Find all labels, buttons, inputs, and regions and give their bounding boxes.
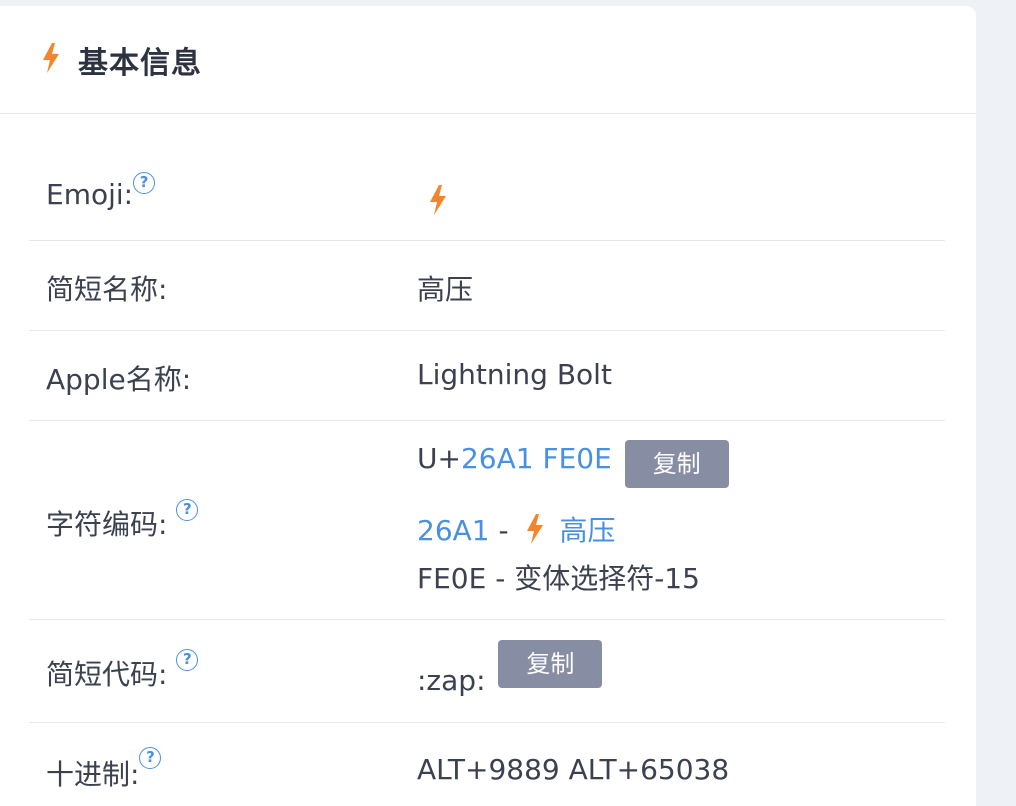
row-apple-name: Apple名称: Lightning Bolt	[29, 331, 945, 421]
codepoint-line-1: U+26A1 FE0E 复制	[417, 440, 729, 488]
codepoint-name-link[interactable]: 高压	[560, 514, 616, 547]
emoji-glyph-icon	[427, 184, 449, 223]
decimal-value: ALT+9889 ALT+65038	[417, 753, 730, 786]
row-label: 简短代码: ?	[46, 649, 199, 693]
codepoint-line-2: 26A1 - 高压	[417, 509, 616, 552]
row-label: 简短名称:	[46, 273, 168, 306]
short-name-value: 高压	[417, 273, 474, 306]
codepoint-line-3: FE0E - 变体选择符-15	[417, 562, 700, 595]
copy-shortcode-button[interactable]: 复制	[498, 640, 603, 688]
lightning-bolt-icon	[524, 513, 546, 552]
info-table: Emoji:? 简短名称: 高压 Apple名称: Lightning Bolt…	[29, 116, 945, 806]
shortcode-value-group: :zap: 复制	[417, 640, 603, 697]
help-icon[interactable]: ?	[133, 172, 156, 194]
copy-codepoint-button[interactable]: 复制	[624, 440, 729, 488]
row-decimal: 十进制:? ALT+9889 ALT+65038	[29, 723, 945, 806]
row-label: Emoji:?	[46, 172, 156, 211]
row-codepoint: 字符编码: ? U+26A1 FE0E 复制 26A1 - 高压 FE0E - …	[29, 421, 945, 620]
row-emoji: Emoji:?	[29, 116, 945, 241]
apple-name-value: Lightning Bolt	[417, 358, 612, 391]
lightning-bolt-icon	[40, 42, 62, 78]
codepoint-unit-link[interactable]: 26A1	[417, 514, 490, 547]
shortcode-value: :zap:	[417, 664, 486, 697]
row-short-name: 简短名称: 高压	[29, 241, 945, 331]
help-icon[interactable]: ?	[176, 499, 199, 521]
help-icon[interactable]: ?	[139, 747, 162, 769]
row-label: 十进制:?	[46, 747, 162, 793]
card-header: 基本信息	[0, 6, 976, 114]
help-icon[interactable]: ?	[176, 649, 199, 671]
page-title: 基本信息	[78, 45, 202, 81]
basic-info-card: 基本信息 Emoji:? 简短名称: 高压 Apple名称: Lightning…	[0, 6, 976, 806]
row-shortcode: 简短代码: ? :zap: 复制	[29, 620, 945, 723]
codepoint-link[interactable]: 26A1 FE0E	[461, 442, 612, 475]
row-label: Apple名称:	[46, 363, 192, 396]
row-label: 字符编码: ?	[46, 499, 199, 543]
